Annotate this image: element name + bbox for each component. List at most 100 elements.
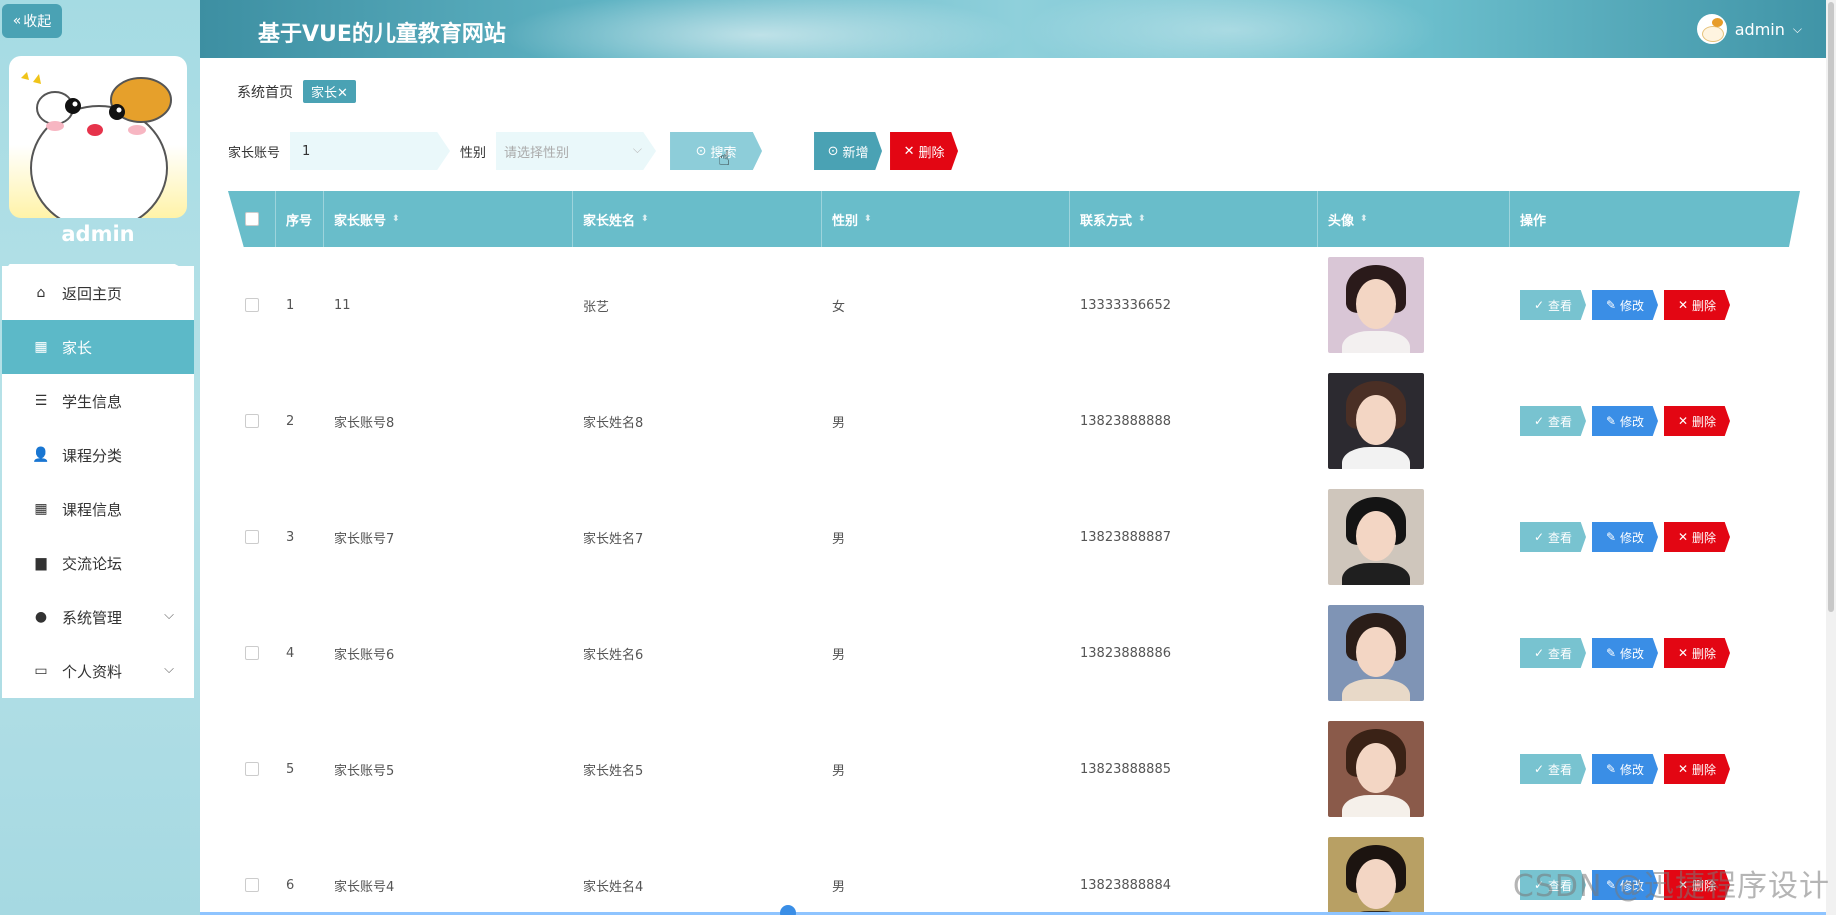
delete-button[interactable]: ✕ 删除 xyxy=(1664,406,1730,436)
sort-icon[interactable]: ⬍ xyxy=(641,214,649,224)
header-name[interactable]: 家长姓名 ⬍ xyxy=(573,191,822,247)
row-checkbox[interactable] xyxy=(245,646,259,660)
account-cell: 家长账号6 xyxy=(334,647,395,663)
sidebar-item-label: 个人资料 xyxy=(62,662,123,681)
sidebar-item-profile[interactable]: ▭ 个人资料 ⌵ xyxy=(2,644,194,698)
tab-parents[interactable]: 家长✕ xyxy=(303,80,356,103)
name-cell: 张艺 xyxy=(583,299,610,315)
sidebar-item-label: 交流论坛 xyxy=(62,554,123,573)
delete-button[interactable]: ✕ 删除 xyxy=(1664,522,1730,552)
edit-button[interactable]: ✎ 修改 xyxy=(1592,754,1658,784)
sidebar-item-course-category[interactable]: 👤 课程分类 xyxy=(2,428,194,482)
sidebar-item-system[interactable]: ● 系统管理 ⌵ xyxy=(2,590,194,644)
mouse-cursor-icon: ☝ xyxy=(718,146,731,170)
photo-body xyxy=(1342,679,1410,701)
page-scrollbar[interactable] xyxy=(1826,0,1836,915)
parent-photo[interactable] xyxy=(1328,605,1424,701)
row-select-cell xyxy=(228,247,276,363)
row-checkbox[interactable] xyxy=(245,762,259,776)
name-cell: 家长姓名7 xyxy=(583,531,644,547)
actions-cell: ✓ 查看 ✎ 修改 ✕ 删除 xyxy=(1510,595,1800,711)
edit-button[interactable]: ✎ 修改 xyxy=(1592,290,1658,320)
delete-label: 删除 xyxy=(1692,646,1717,661)
collapse-button[interactable]: « 收起 xyxy=(2,4,62,38)
batch-delete-button[interactable]: ✕ 删除 xyxy=(890,132,959,170)
sort-icon[interactable]: ⬍ xyxy=(1360,214,1368,224)
row-actions: ✓ 查看 ✎ 修改 ✕ 删除 xyxy=(1520,638,1730,668)
edit-button[interactable]: ✎ 修改 xyxy=(1592,638,1658,668)
sidebar-item-course-info[interactable]: ▦ 课程信息 xyxy=(2,482,194,536)
gender-select[interactable]: 请选择性别 ⌵ xyxy=(496,132,657,170)
avatar-cell xyxy=(1318,247,1510,363)
sidebar: « 收起 admin ⌂ 返回主页 ▦ 家长 ☰ 学生信息 👤 课程分类 ▦ 课… xyxy=(0,0,200,915)
view-button[interactable]: ✓ 查看 xyxy=(1520,522,1586,552)
row-actions: ✓ 查看 ✎ 修改 ✕ 删除 xyxy=(1520,406,1730,436)
header-phone[interactable]: 联系方式 ⬍ xyxy=(1070,191,1318,247)
close-icon: ✕ xyxy=(1677,646,1689,660)
view-button[interactable]: ✓ 查看 xyxy=(1520,638,1586,668)
account-search-input[interactable] xyxy=(290,132,451,170)
delete-button[interactable]: ✕ 删除 xyxy=(1664,638,1730,668)
sidebar-item-forum[interactable]: ▆ 交流论坛 xyxy=(2,536,194,590)
bulb-icon: ● xyxy=(34,609,48,625)
view-label: 查看 xyxy=(1548,530,1573,545)
edit-button[interactable]: ✎ 修改 xyxy=(1592,522,1658,552)
header-actions: 操作 xyxy=(1510,191,1800,247)
photo-face xyxy=(1356,743,1396,793)
bottom-dot xyxy=(780,905,796,915)
avatar-cell xyxy=(1318,479,1510,595)
check-icon: ✓ xyxy=(1533,530,1545,544)
header-avatar[interactable]: 头像 ⬍ xyxy=(1318,191,1510,247)
parent-photo[interactable] xyxy=(1328,837,1424,915)
row-select-cell xyxy=(228,827,276,915)
parent-photo[interactable] xyxy=(1328,721,1424,817)
row-checkbox[interactable] xyxy=(245,298,259,312)
view-button[interactable]: ✓ 查看 xyxy=(1520,290,1586,320)
select-all-cell xyxy=(228,191,276,247)
breadcrumb: 系统首页 家长✕ xyxy=(237,80,356,103)
search-bar: 家长账号 性别 请选择性别 ⌵ ⊙ 搜索 ⊙ 新增 ✕ 删除 xyxy=(228,132,959,170)
edit-button[interactable]: ✎ 修改 xyxy=(1592,406,1658,436)
user-menu[interactable]: admin ⌵ xyxy=(1696,14,1802,44)
edit-label: 修改 xyxy=(1620,646,1645,661)
parent-photo[interactable] xyxy=(1328,373,1424,469)
index-cell: 3 xyxy=(286,529,295,545)
delete-button[interactable]: ✕ 删除 xyxy=(1664,754,1730,784)
view-button[interactable]: ✓ 查看 xyxy=(1520,754,1586,784)
parent-photo[interactable] xyxy=(1328,489,1424,585)
sidebar-item-students[interactable]: ☰ 学生信息 xyxy=(2,374,194,428)
sort-icon[interactable]: ⬍ xyxy=(1138,214,1146,224)
chevron-down-icon: ⌵ xyxy=(164,608,174,623)
user-avatar xyxy=(1696,14,1727,44)
sidebar-item-label: 家长 xyxy=(62,338,93,357)
check-icon: ✓ xyxy=(1533,646,1545,660)
sort-icon[interactable]: ⬍ xyxy=(392,214,400,224)
row-checkbox[interactable] xyxy=(245,414,259,428)
view-button[interactable]: ✓ 查看 xyxy=(1520,406,1586,436)
header-account[interactable]: 家长账号 ⬍ xyxy=(324,191,573,247)
sidebar-item-parents[interactable]: ▦ 家长 xyxy=(2,320,194,374)
parent-photo[interactable] xyxy=(1328,257,1424,353)
header-gender[interactable]: 性别 ⬍ xyxy=(822,191,1070,247)
delete-button[interactable]: ✕ 删除 xyxy=(1664,290,1730,320)
edit-label: 修改 xyxy=(1620,414,1645,429)
row-checkbox[interactable] xyxy=(245,530,259,544)
search-button[interactable]: ⊙ 搜索 xyxy=(670,132,763,170)
sidebar-item-home[interactable]: ⌂ 返回主页 xyxy=(2,266,194,320)
row-checkbox[interactable] xyxy=(245,878,259,892)
add-button[interactable]: ⊙ 新增 xyxy=(814,132,883,170)
select-all-checkbox[interactable] xyxy=(244,212,259,226)
account-cell: 家长账号7 xyxy=(334,531,395,547)
breadcrumb-home[interactable]: 系统首页 xyxy=(237,82,293,102)
index-cell: 4 xyxy=(286,645,295,661)
site-title: 基于VUE的儿童教育网站 xyxy=(258,22,506,47)
delete-label: 删除 xyxy=(1692,762,1717,777)
scrollbar-thumb[interactable] xyxy=(1828,2,1834,612)
sidebar-item-label: 课程分类 xyxy=(62,446,123,465)
row-select-cell xyxy=(228,479,276,595)
sort-icon[interactable]: ⬍ xyxy=(864,214,872,224)
delete-label: 删除 xyxy=(1692,414,1717,429)
row-actions: ✓ 查看 ✎ 修改 ✕ 删除 xyxy=(1520,522,1730,552)
hamster-avatar-image xyxy=(21,72,172,218)
add-button-label: 新增 xyxy=(842,145,869,161)
